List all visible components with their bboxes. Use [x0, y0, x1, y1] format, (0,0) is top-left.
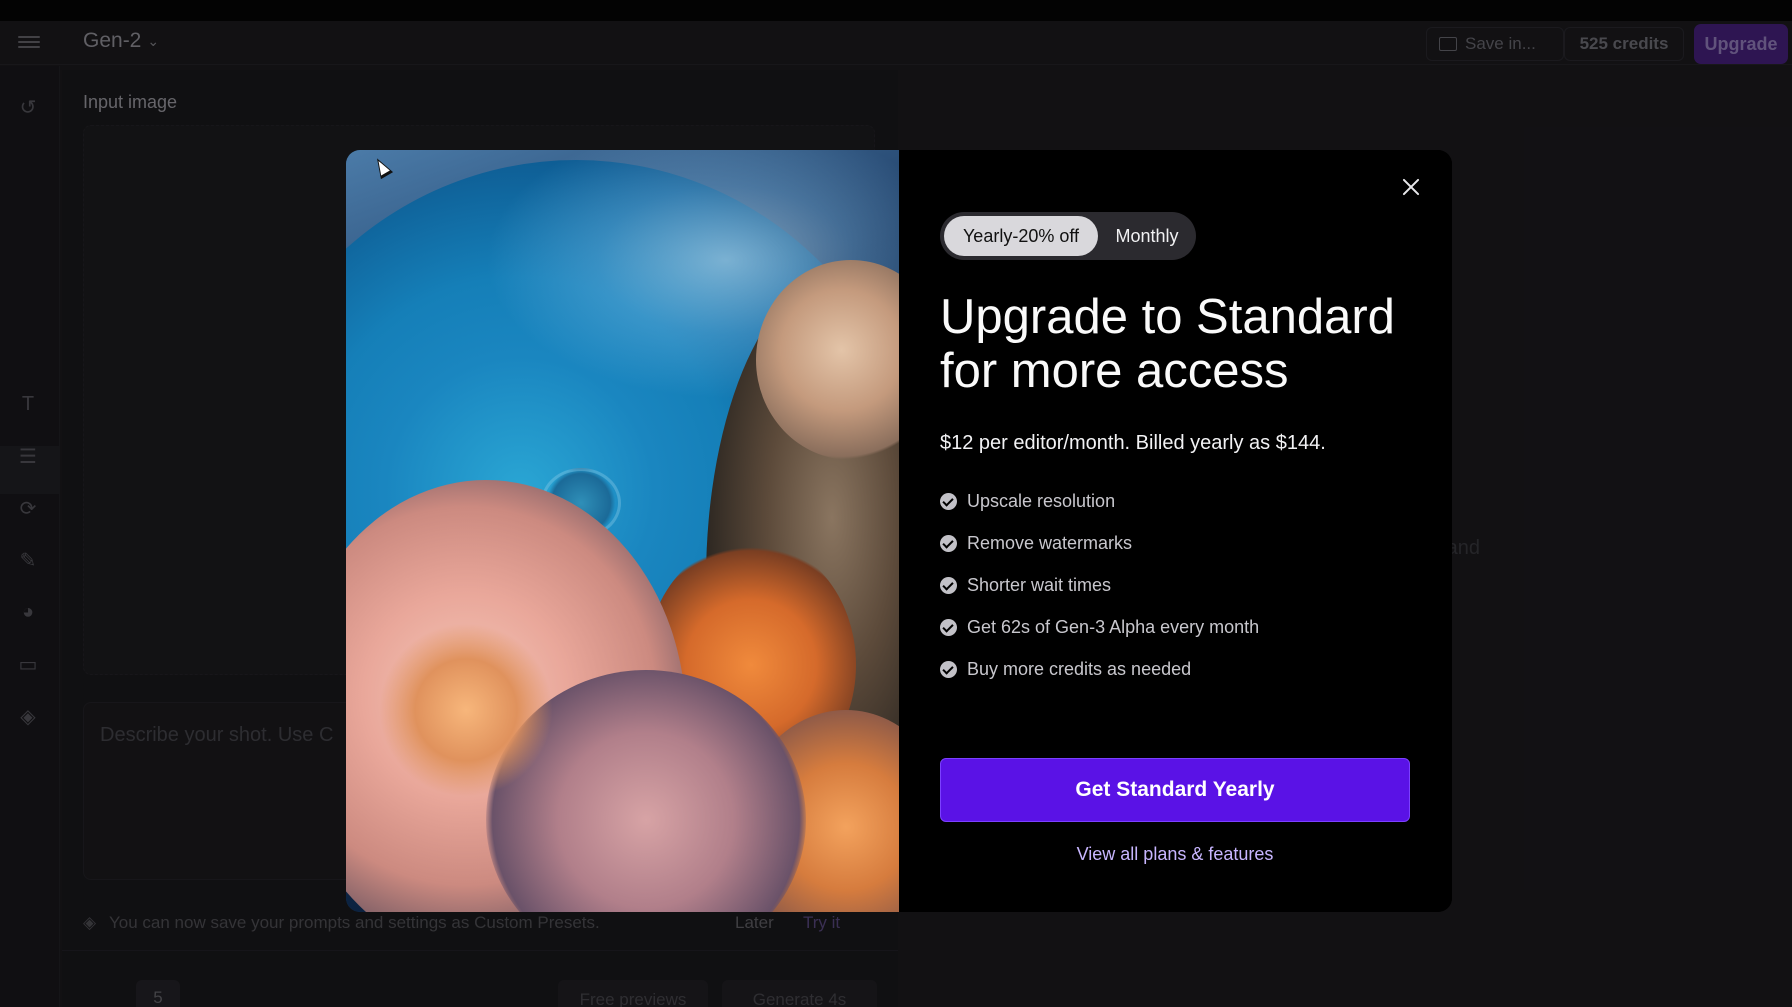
modal-title-line2: for more access [940, 344, 1289, 398]
check-circle-icon [940, 618, 957, 636]
feature-label: Shorter wait times [967, 574, 1112, 595]
tab-monthly[interactable]: Monthly [1102, 216, 1192, 256]
get-standard-yearly-button[interactable]: Get Standard Yearly [940, 758, 1410, 822]
feature-label: Remove watermarks [967, 532, 1133, 553]
list-item: Shorter wait times [940, 564, 1420, 606]
feature-list: Upscale resolution Remove watermarks Sho… [940, 480, 1420, 690]
tab-yearly[interactable]: Yearly-20% off [944, 216, 1098, 256]
upgrade-modal: Yearly-20% off Monthly Upgrade to Standa… [346, 150, 1452, 912]
check-circle-icon [940, 660, 957, 678]
modal-title: Upgrade to Standard for more access [940, 290, 1420, 398]
feature-label: Buy more credits as needed [967, 658, 1192, 679]
check-circle-icon [940, 534, 957, 552]
price-text: $12 per editor/month. Billed yearly as $… [940, 432, 1326, 454]
view-all-plans-link[interactable]: View all plans & features [940, 844, 1410, 865]
hero-image [346, 150, 899, 912]
list-item: Upscale resolution [940, 480, 1420, 522]
close-icon[interactable] [1396, 172, 1426, 202]
check-circle-icon [940, 492, 957, 510]
list-item: Buy more credits as needed [940, 648, 1420, 690]
billing-toggle: Yearly-20% off Monthly [940, 212, 1196, 260]
feature-label: Get 62s of Gen-3 Alpha every month [967, 616, 1260, 637]
check-circle-icon [940, 576, 957, 594]
list-item: Get 62s of Gen-3 Alpha every month [940, 606, 1420, 648]
modal-title-line1: Upgrade to Standard [940, 290, 1395, 344]
list-item: Remove watermarks [940, 522, 1420, 564]
feature-label: Upscale resolution [967, 490, 1116, 511]
